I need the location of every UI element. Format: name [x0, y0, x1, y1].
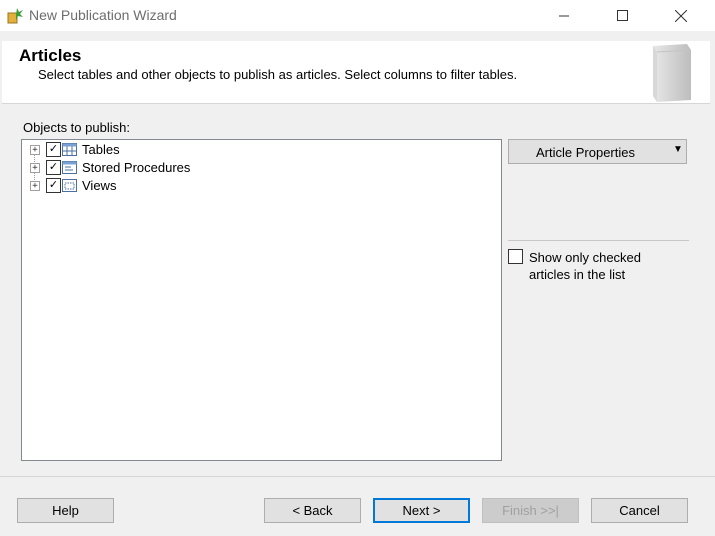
tree-item-label: Stored Procedures [82, 160, 191, 175]
table-icon [62, 143, 77, 156]
divider [508, 240, 689, 241]
view-icon [62, 179, 77, 192]
tree-item-stored-procedures[interactable]: + ✓ Stored Procedures [22, 159, 322, 177]
dropdown-arrow-icon: ▼ [673, 144, 683, 155]
views-checkbox[interactable]: ✓ [46, 178, 61, 193]
maximize-icon [616, 10, 628, 21]
article-properties-button[interactable]: Article Properties ▼ [508, 139, 687, 164]
expand-icon[interactable]: + [30, 145, 40, 155]
tables-checkbox[interactable]: ✓ [46, 142, 61, 157]
show-only-checked-line2: articles in the list [529, 267, 626, 282]
close-icon [675, 9, 687, 22]
maximize-button[interactable] [599, 0, 645, 31]
tree-item-label: Views [82, 178, 117, 193]
footer-divider [0, 476, 715, 477]
page-title: Articles [19, 46, 82, 65]
tree-item-tables[interactable]: + ✓ Tables [22, 141, 322, 159]
show-only-checked-label[interactable]: Show only checked articles in the list [529, 249, 679, 283]
stored-procedure-icon [62, 161, 77, 174]
tree-item-label: Tables [82, 142, 120, 157]
show-only-checked-checkbox[interactable] [508, 249, 523, 264]
stored-procedures-checkbox[interactable]: ✓ [46, 160, 61, 175]
page-subtitle: Select tables and other objects to publi… [38, 67, 518, 82]
objects-to-publish-label: Objects to publish: [23, 120, 130, 135]
cancel-button[interactable]: Cancel [591, 498, 688, 523]
back-button[interactable]: < Back [264, 498, 361, 523]
wizard-app-icon [7, 8, 23, 24]
next-button[interactable]: Next > [373, 498, 470, 523]
window-title: New Publication Wizard [29, 7, 177, 23]
objects-tree[interactable]: + ✓ Tables + ✓ Stored Procedures + ✓ Vie… [21, 139, 502, 461]
finish-button: Finish >>| [482, 498, 579, 523]
expand-icon[interactable]: + [30, 181, 40, 191]
help-button[interactable]: Help [17, 498, 114, 523]
show-only-checked-line1: Show only checked [529, 250, 642, 265]
wizard-header: Articles Select tables and other objects… [2, 41, 710, 104]
minimize-button[interactable] [541, 0, 587, 31]
article-properties-label: Article Properties [536, 145, 635, 160]
title-bar: New Publication Wizard [0, 0, 715, 31]
minimize-icon [559, 15, 569, 16]
tree-item-views[interactable]: + ✓ Views [22, 177, 322, 195]
wizard-book-graphic-icon [653, 44, 692, 102]
expand-icon[interactable]: + [30, 163, 40, 173]
close-button[interactable] [658, 0, 704, 31]
